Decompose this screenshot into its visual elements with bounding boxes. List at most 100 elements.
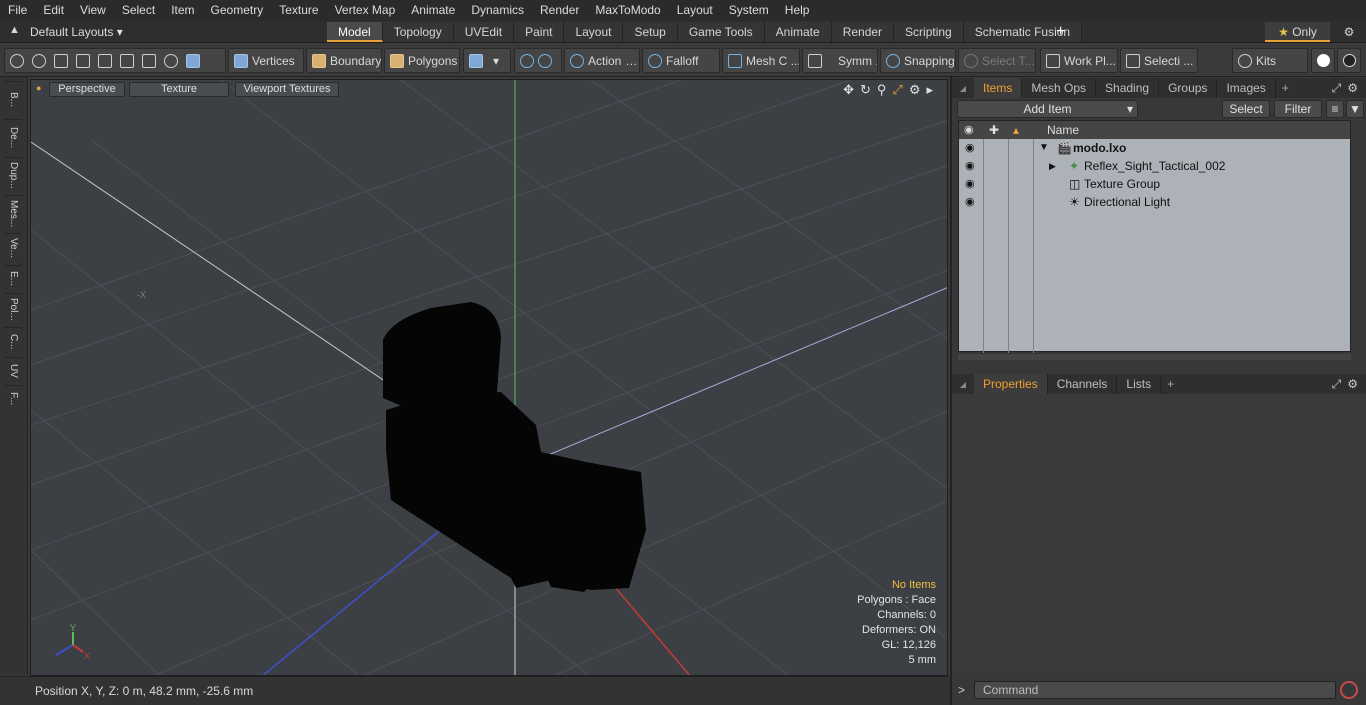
tab-render[interactable]: Render — [831, 22, 895, 42]
tab-mesh-ops[interactable]: Mesh Ops — [1022, 78, 1097, 98]
left-tab-vertex[interactable]: Ve... — [4, 233, 22, 263]
left-tab-duplicate[interactable]: Dup... — [4, 157, 22, 193]
perspective-button[interactable]: Perspective — [49, 82, 125, 97]
visibility-eye-icon[interactable]: ◉ — [965, 193, 975, 211]
tab-animate[interactable]: Animate — [764, 22, 832, 42]
tab-channels[interactable]: Channels — [1048, 374, 1118, 394]
tab-layout[interactable]: Layout — [564, 22, 624, 42]
left-tab-uv[interactable]: UV — [4, 357, 22, 383]
menu-select[interactable]: Select — [114, 0, 163, 21]
tab-topology[interactable]: Topology — [382, 22, 454, 42]
tab-lists[interactable]: Lists — [1117, 374, 1162, 394]
menu-render[interactable]: Render — [532, 0, 587, 21]
left-tab-edge[interactable]: E... — [4, 265, 22, 291]
visibility-eye-icon[interactable]: ◉ — [965, 157, 975, 175]
funnel-icon[interactable]: ▼ — [1346, 100, 1364, 118]
zoom-icon[interactable]: ⚲ — [877, 82, 887, 98]
select-through-button[interactable]: Select T... — [958, 48, 1036, 73]
texture-shading-button[interactable]: Texture — [129, 82, 229, 97]
globe-icon[interactable] — [32, 53, 46, 68]
tab-shading[interactable]: Shading — [1096, 78, 1160, 98]
tree-row-mesh[interactable]: ◉ ▶ ✦ Reflex_Sight_Tactical_002 — [959, 157, 1350, 175]
add-item-dropdown[interactable]: Add Item ▾ — [957, 100, 1138, 118]
gear-icon[interactable]: ⚙ — [909, 82, 921, 98]
tab-paint[interactable]: Paint — [514, 22, 565, 42]
tab-groups[interactable]: Groups — [1159, 78, 1218, 98]
left-tab-mesh-edit[interactable]: Mes... — [4, 195, 22, 231]
tree-row-texture-group[interactable]: ◉ ◫ Texture Group — [959, 175, 1350, 193]
add-tab-icon[interactable]: + — [1161, 377, 1180, 391]
menu-item[interactable]: Item — [163, 0, 202, 21]
left-tab-deform[interactable]: De... — [4, 119, 22, 155]
selection-sets-button[interactable]: Selecti ... — [1120, 48, 1198, 73]
frame-icon[interactable] — [142, 53, 156, 68]
name-column-header[interactable]: Name — [1047, 121, 1079, 139]
viewport-textures-button[interactable]: Viewport Textures — [235, 82, 339, 97]
add-tab-icon[interactable]: + — [1056, 21, 1065, 43]
pen-icon[interactable] — [54, 53, 68, 68]
tab-properties[interactable]: Properties — [974, 374, 1048, 394]
shield-alt-icon[interactable] — [538, 53, 552, 68]
tab-setup[interactable]: Setup — [623, 22, 678, 42]
gear-icon[interactable]: ⚙ — [1347, 377, 1366, 391]
3d-viewport[interactable]: -X Y X ● Perspective Texture Viewport Te… — [30, 79, 948, 676]
clock-icon[interactable] — [164, 53, 178, 68]
left-tab-fusion[interactable]: F... — [4, 385, 22, 411]
record-icon[interactable] — [1340, 681, 1358, 699]
visibility-eye-icon[interactable]: ◉ — [965, 139, 975, 157]
polygons-button[interactable]: Polygons — [384, 48, 460, 73]
items-tree[interactable]: ◉ ✚ ▴ Name ◉ ▼ 🎬 modo.lxo ◉ ▶ ✦ Reflex_S… — [958, 120, 1351, 353]
visibility-eye-icon[interactable]: ◉ — [965, 175, 975, 193]
tab-game-tools[interactable]: Game Tools — [677, 22, 765, 42]
tab-items[interactable]: Items — [974, 78, 1023, 98]
item-mode-icon[interactable] — [186, 53, 200, 68]
boundary-button[interactable]: Boundary — [306, 48, 382, 73]
filter-button[interactable]: Filter — [1274, 100, 1322, 118]
tree-row-scene[interactable]: ◉ ▼ 🎬 modo.lxo — [959, 139, 1350, 157]
tab-images[interactable]: Images — [1217, 78, 1276, 98]
work-plane-button[interactable]: Work Pl... — [1040, 48, 1118, 73]
panel-menu-icon[interactable]: ◢ — [952, 380, 974, 389]
menu-animate[interactable]: Animate — [403, 0, 463, 21]
collapse-arrow-icon[interactable]: ▼ — [1039, 139, 1049, 157]
panel-menu-icon[interactable]: ◢ — [952, 84, 974, 93]
tree-row-light[interactable]: ◉ ☀ Directional Light — [959, 193, 1350, 211]
select-button[interactable]: Select — [1222, 100, 1270, 118]
eye-icon[interactable]: ◉ — [964, 121, 974, 139]
layers-icon[interactable] — [98, 53, 112, 68]
menu-texture[interactable]: Texture — [271, 0, 326, 21]
expand-icon[interactable]: ⤢ — [1332, 377, 1348, 392]
lock-icon[interactable]: ✚ — [989, 121, 999, 139]
command-input[interactable]: Command — [974, 681, 1336, 699]
shield-icon[interactable] — [520, 53, 534, 68]
menu-file[interactable]: File — [0, 0, 35, 21]
play-icon[interactable]: ▸ — [926, 82, 933, 98]
menu-help[interactable]: Help — [777, 0, 818, 21]
move-icon[interactable]: ✥ — [843, 82, 854, 98]
center-icon[interactable] — [120, 53, 134, 68]
snapping-button[interactable]: Snapping — [880, 48, 956, 73]
unity-button[interactable] — [1311, 48, 1335, 73]
add-tab-icon[interactable]: + — [1276, 81, 1295, 95]
layout-dropdown[interactable]: Default Layouts ▾ — [30, 21, 123, 43]
gear-icon[interactable]: ⚙ — [1338, 23, 1360, 41]
material-mode-button[interactable]: ▾ — [463, 48, 511, 73]
tab-scripting[interactable]: Scripting — [894, 22, 964, 42]
menu-view[interactable]: View — [72, 0, 114, 21]
gear-icon[interactable]: ⚙ — [1347, 81, 1366, 95]
tab-model[interactable]: Model — [327, 22, 383, 42]
menu-vertex-map[interactable]: Vertex Map — [327, 0, 404, 21]
unreal-button[interactable] — [1337, 48, 1361, 73]
action-button[interactable]: Action… — [564, 48, 640, 73]
only-toggle[interactable]: ★ Only — [1265, 22, 1330, 42]
collapse-icon[interactable]: ≡ — [1326, 100, 1344, 118]
symmetry-button[interactable]: Symm ... — [802, 48, 878, 73]
menu-edit[interactable]: Edit — [35, 0, 72, 21]
layout-arrow-icon[interactable]: ▲ — [9, 24, 20, 36]
expand-icon[interactable]: ⤢ — [1332, 81, 1348, 96]
circle-select-icon[interactable] — [10, 53, 24, 68]
menu-geometry[interactable]: Geometry — [203, 0, 272, 21]
left-tab-curve[interactable]: C... — [4, 327, 22, 355]
mesh-constraint-button[interactable]: Mesh C ... — [722, 48, 800, 73]
rotate-icon[interactable]: ↻ — [860, 82, 871, 98]
